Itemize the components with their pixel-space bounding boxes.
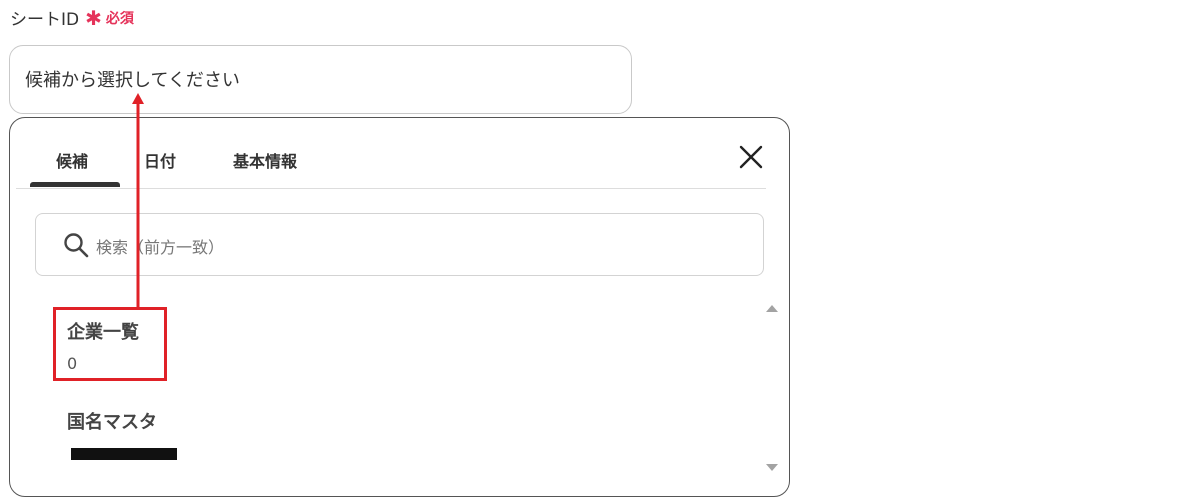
active-tab-indicator [30, 182, 120, 187]
search-icon [64, 233, 89, 258]
list-item[interactable]: 国名マスタ [67, 408, 177, 460]
required-asterisk-icon: ✱ [85, 5, 102, 30]
sheet-id-select[interactable]: 候補から選択してください [9, 45, 632, 114]
scroll-down-arrow-icon[interactable] [766, 464, 778, 471]
required-badge: 必須 [105, 10, 134, 27]
list-item-title: 国名マスタ [67, 412, 157, 433]
field-label-text: シートID [10, 10, 80, 30]
tab-date[interactable]: 日付 [144, 148, 176, 172]
close-button[interactable] [736, 142, 766, 172]
scroll-up-arrow-icon[interactable] [766, 305, 778, 312]
search-input[interactable]: 検索（前方一致） [35, 213, 764, 276]
tab-basic-info[interactable]: 基本情報 [233, 148, 297, 172]
annotation-highlight-box [53, 307, 167, 381]
search-placeholder: 検索（前方一致） [96, 238, 225, 257]
select-placeholder: 候補から選択してください [25, 70, 240, 91]
tab-candidates[interactable]: 候補 [56, 148, 88, 172]
sheet-id-label: シートID ✱ 必須 [10, 5, 134, 31]
close-icon [739, 145, 763, 169]
redacted-id-bar [71, 448, 177, 460]
dropdown-tabs: 候補 日付 基本情報 [16, 118, 766, 189]
